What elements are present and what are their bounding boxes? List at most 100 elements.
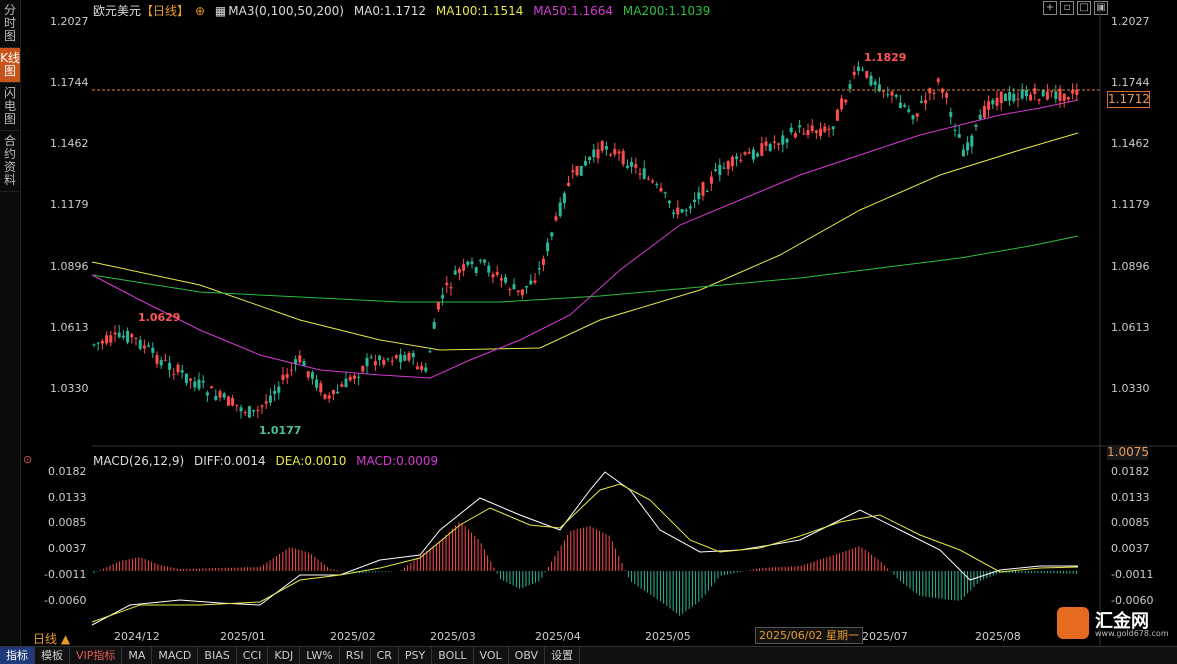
candle-body [747, 152, 751, 154]
ma-lines [91, 99, 1079, 379]
tab-kdj[interactable]: KDJ [268, 647, 301, 664]
tab-vol[interactable]: VOL [474, 647, 509, 664]
candle-body [344, 378, 348, 388]
candle-body [1020, 89, 1024, 99]
tab-bias[interactable]: BIAS [198, 647, 237, 664]
candle-body [113, 332, 117, 335]
candle-body [995, 97, 999, 106]
tab-template[interactable]: 模板 [35, 647, 70, 664]
candle-body [466, 261, 470, 265]
tab-vip-indicator[interactable]: VIP指标 [70, 647, 123, 664]
right-tick-2: 1.1744 [1111, 76, 1150, 89]
candle-body [126, 331, 130, 343]
candle-body [625, 165, 629, 168]
candle-body [882, 90, 886, 92]
candle-body [541, 258, 545, 265]
candle-body [348, 376, 352, 381]
candle-body [92, 344, 96, 346]
macd-left-tick-1: 0.0182 [48, 465, 87, 478]
macd-left-tick-3: 0.0085 [48, 516, 87, 529]
tab-lw[interactable]: LW% [300, 647, 340, 664]
candle-body [789, 127, 793, 133]
candle-body [630, 161, 634, 167]
candle-body [596, 149, 600, 159]
candle-body [567, 182, 571, 187]
candle-body [714, 169, 718, 171]
candle-body [604, 146, 608, 150]
tab-obv[interactable]: OBV [509, 647, 546, 664]
right-tick-7: 1.0330 [1111, 382, 1150, 395]
candle-body [163, 359, 167, 361]
candle-body [508, 288, 512, 291]
candle-body [961, 149, 965, 157]
candle-body [982, 105, 986, 118]
macd-right-tick-2: 0.0133 [1111, 491, 1150, 504]
left-tick-2: 1.1744 [50, 76, 89, 89]
candle-body [176, 364, 180, 373]
logo-icon [1057, 607, 1089, 639]
tab-indicator[interactable]: 指标 [0, 647, 35, 664]
right-tick-4: 1.1179 [1111, 198, 1150, 211]
candle-body [399, 354, 403, 363]
right-tick-6: 1.0613 [1111, 321, 1150, 334]
candle-body [617, 151, 621, 154]
candle-body [243, 412, 247, 414]
candle-body [613, 149, 617, 155]
tab-cci[interactable]: CCI [237, 647, 269, 664]
ma200-line [91, 235, 1079, 303]
candle-body [680, 209, 684, 213]
candle-body [1045, 91, 1049, 100]
candle-body [256, 409, 260, 411]
candle-body [483, 259, 487, 263]
candle-body [319, 383, 323, 393]
candle-body [852, 71, 856, 76]
candle-body [1058, 88, 1062, 101]
candle-body [499, 278, 503, 281]
candle-body [869, 75, 873, 86]
candle-body [991, 100, 995, 105]
candle-body [848, 84, 852, 89]
candle-body [764, 141, 768, 146]
date-tick-8: 2025/08 [975, 630, 1021, 643]
left-tick-6: 1.0613 [50, 321, 89, 334]
macd-left-tick-2: 0.0133 [48, 491, 87, 504]
candle-body [268, 395, 272, 403]
candle-body [890, 91, 894, 96]
candle-body [802, 133, 806, 135]
candle-body [1033, 88, 1037, 94]
tab-boll[interactable]: BOLL [432, 647, 474, 664]
period-selector[interactable]: 日线 ▲ [33, 630, 70, 647]
candle-body [252, 409, 256, 412]
tab-cr[interactable]: CR [371, 647, 399, 664]
date-tooltip: 2025/06/02 星期一 [755, 627, 863, 644]
candle-body [1029, 94, 1033, 101]
tab-settings[interactable]: 设置 [545, 647, 581, 664]
macd-diff-line [91, 471, 1078, 626]
candle-body [277, 386, 281, 393]
tab-macd[interactable]: MACD [152, 647, 199, 664]
candle-body [873, 81, 877, 85]
candle-body [520, 289, 524, 296]
candle-body [298, 355, 302, 363]
candle-body [352, 375, 356, 379]
candle-body [798, 125, 802, 128]
candle-body [294, 359, 298, 364]
tab-rsi[interactable]: RSI [340, 647, 371, 664]
candle-body [487, 265, 491, 273]
candle-body [571, 170, 575, 173]
candle-body [886, 94, 890, 96]
candle-body [659, 188, 663, 192]
candle-body [226, 396, 230, 406]
tab-psy[interactable]: PSY [399, 647, 433, 664]
candle-body [919, 100, 923, 103]
candle-body [214, 395, 218, 401]
left-tick-3: 1.1462 [50, 137, 89, 150]
candle-body [138, 339, 142, 349]
candle-body [844, 99, 848, 103]
candle-body [915, 113, 919, 117]
candle-body [453, 270, 457, 275]
kline-chart[interactable]: 1.1829 1.0629 1.0177 1.2027 1.1744 1.146… [0, 0, 1177, 646]
candle-body [756, 153, 760, 157]
macd-right-tick-4: 0.0037 [1111, 542, 1150, 555]
tab-ma[interactable]: MA [122, 647, 153, 664]
